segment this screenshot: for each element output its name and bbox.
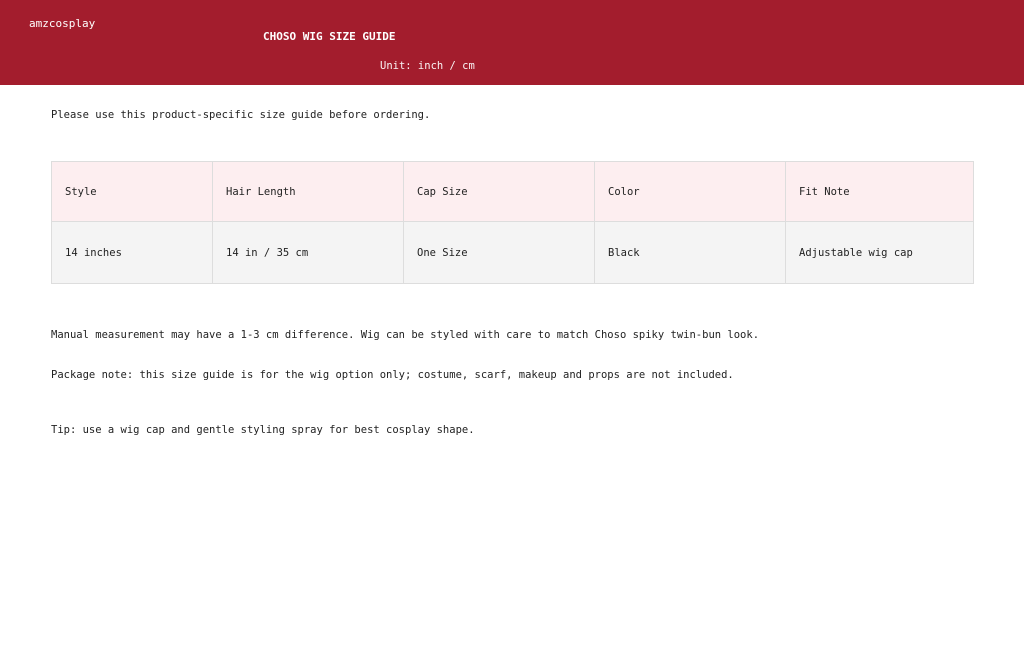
page-title: CHOSO WIG SIZE GUIDE <box>263 30 396 43</box>
size-guide-table: Style Hair Length Cap Size Color Fit Not… <box>51 161 974 284</box>
column-header-style: Style <box>51 161 213 222</box>
cell-color: Black <box>594 221 786 284</box>
column-header-cap-size: Cap Size <box>403 161 595 222</box>
brand-name[interactable]: amzcosplay <box>29 16 95 32</box>
intro-text: Please use this product-specific size gu… <box>51 109 431 121</box>
column-header-color: Color <box>594 161 786 222</box>
column-header-hair-length: Hair Length <box>212 161 404 222</box>
cell-style: 14 inches <box>51 221 213 284</box>
measurement-note: Manual measurement may have a 1-3 cm dif… <box>51 329 760 341</box>
column-header-fit-note: Fit Note <box>785 161 974 222</box>
unit-label: Unit: inch / cm <box>380 60 475 72</box>
page-header: amzcosplay CHOSO WIG SIZE GUIDE Unit: in… <box>0 0 1024 85</box>
cell-hair-length: 14 in / 35 cm <box>212 221 404 284</box>
cell-cap-size: One Size <box>403 221 595 284</box>
table-header-row: Style Hair Length Cap Size Color Fit Not… <box>51 161 974 222</box>
table-row: 14 inches 14 in / 35 cm One Size Black A… <box>51 221 974 284</box>
cell-fit-note: Adjustable wig cap <box>785 221 974 284</box>
package-note: Package note: this size guide is for the… <box>51 369 734 381</box>
tip-note: Tip: use a wig cap and gentle styling sp… <box>51 424 475 436</box>
